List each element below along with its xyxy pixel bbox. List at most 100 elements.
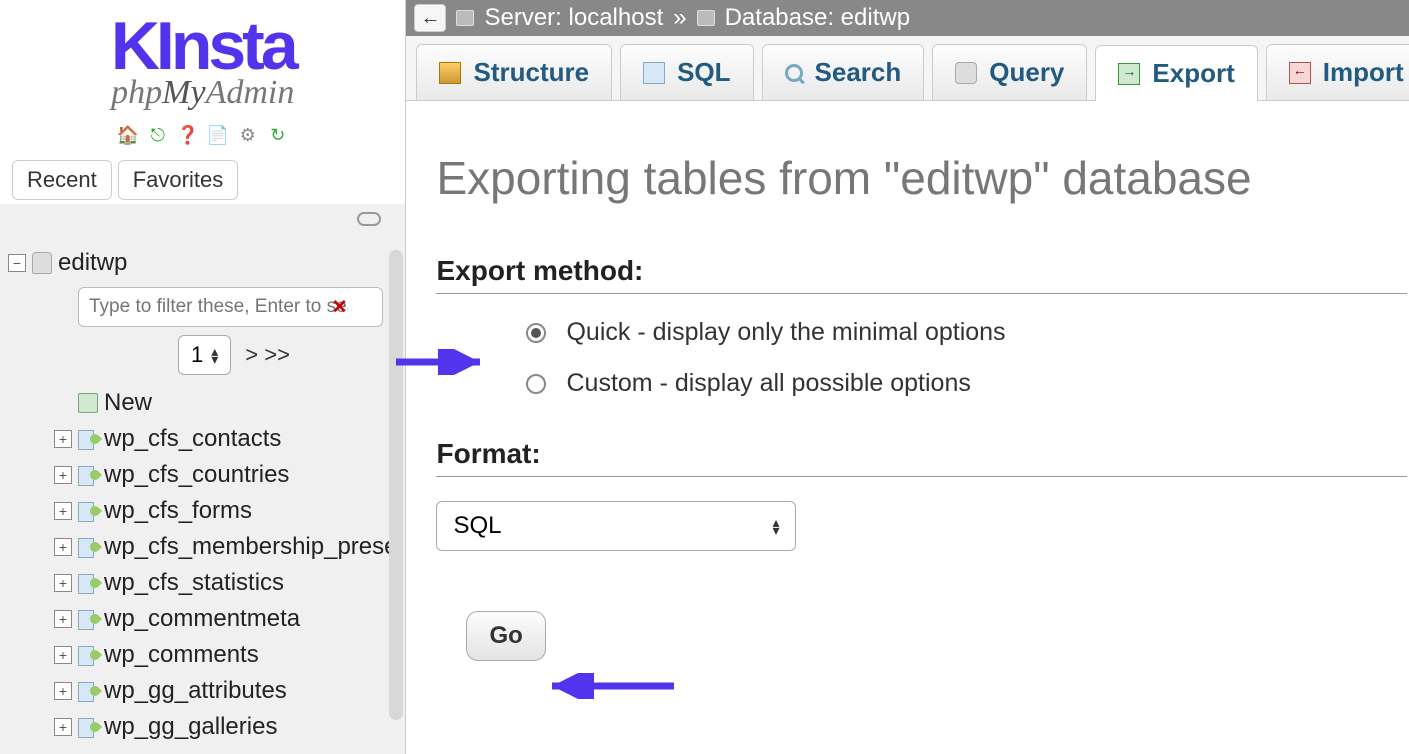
exit-icon[interactable]: ⎋ [147,124,169,146]
breadcrumb-separator: » [673,4,686,32]
recent-button[interactable]: Recent [12,160,112,200]
tab-label: Query [989,57,1064,88]
select-arrows-icon: ▴▾ [211,347,218,363]
breadcrumb-server[interactable]: Server: localhost [484,4,663,32]
structure-icon [439,62,461,84]
table-name: wp_comments [104,641,259,669]
home-icon[interactable]: 🏠 [117,124,139,146]
table-name: wp_cfs_membership_prese [104,533,397,561]
db-name-label: editwp [58,249,127,277]
radio-quick-label: Quick - display only the minimal options [566,318,1005,347]
radio-custom-row[interactable]: Custom - display all possible options [526,369,1406,398]
import-icon [1289,62,1311,84]
table-icon [78,610,98,628]
table-name: wp_cfs_contacts [104,425,281,453]
table-row[interactable]: + wp_cfs_forms [54,493,397,529]
tab-label: SQL [677,57,730,88]
settings-icon[interactable]: ⚙ [237,124,259,146]
table-icon [78,646,98,664]
radio-quick-row[interactable]: Quick - display only the minimal options [526,318,1406,347]
expand-icon[interactable]: + [54,430,72,448]
export-method-heading: Export method: [436,255,1406,294]
expand-icon[interactable]: + [54,610,72,628]
format-heading: Format: [436,438,1406,477]
tab-strip: Structure SQL Search Query Export Import [406,36,1409,101]
table-row[interactable]: + wp_cfs_countries [54,457,397,493]
tab-structure[interactable]: Structure [416,44,612,100]
tab-label: Search [815,57,902,88]
table-row[interactable]: + wp_cfs_contacts [54,421,397,457]
expand-icon[interactable]: + [54,466,72,484]
page-select[interactable]: 1 ▴▾ [178,335,231,375]
table-name: wp_commentmeta [104,605,300,633]
tree-new-row[interactable]: New [54,385,397,421]
database-icon [32,252,52,274]
table-name: wp_cfs_countries [104,461,289,489]
radio-custom-label: Custom - display all possible options [566,369,970,398]
table-icon [78,718,98,736]
expand-icon[interactable]: + [54,502,72,520]
table-row[interactable]: + wp_cfs_membership_prese [54,529,397,565]
docs-icon[interactable]: 📄 [207,124,229,146]
table-name: wp_gg_attributes [104,677,287,705]
page-value: 1 [191,342,203,368]
table-row[interactable]: + wp_commentmeta [54,601,397,637]
tab-label: Export [1152,58,1234,89]
back-button[interactable]: ← [414,4,446,32]
tree-children: New + wp_cfs_contacts + wp_cfs_countries + wp… [54,385,397,745]
sidebar-scrollbar[interactable] [389,250,403,720]
query-icon [955,62,977,84]
help-icon[interactable]: ❓ [177,124,199,146]
format-value: SQL [453,512,501,540]
table-icon [78,502,98,520]
go-button[interactable]: Go [466,611,545,661]
breadcrumb-database[interactable]: Database: editwp [725,4,910,32]
clear-filter-icon[interactable]: ✕ [332,296,348,319]
tab-query[interactable]: Query [932,44,1087,100]
table-icon [78,682,98,700]
content: Exporting tables from "editwp" database … [406,101,1409,691]
sidebar-toolbar: 🏠 ⎋ ❓ 📄 ⚙ ↻ [0,124,405,146]
table-name: wp_gg_galleries [104,713,277,741]
link-toggle-row [0,204,405,237]
expand-icon[interactable]: + [54,718,72,736]
expand-icon[interactable]: + [54,682,72,700]
logo-block: KInsta phpMyAdmin 🏠 ⎋ ❓ 📄 ⚙ ↻ [0,0,405,156]
table-icon [78,430,98,448]
sidebar: KInsta phpMyAdmin 🏠 ⎋ ❓ 📄 ⚙ ↻ Recent Fav… [0,0,406,754]
tab-export[interactable]: Export [1095,45,1257,101]
collapse-icon[interactable]: − [8,254,26,272]
db-tree: − editwp ✕ 1 ▴▾ > >> New [0,237,405,754]
table-row[interactable]: + wp_gg_attributes [54,673,397,709]
favorites-button[interactable]: Favorites [118,160,238,200]
page-title: Exporting tables from "editwp" database [436,151,1406,205]
tab-search[interactable]: Search [762,44,925,100]
table-icon [78,574,98,592]
page-next-button[interactable]: > >> [245,342,290,368]
table-row[interactable]: + wp_cfs_statistics [54,565,397,601]
tree-db-row[interactable]: − editwp [8,247,397,279]
expand-icon[interactable]: + [54,574,72,592]
table-row[interactable]: + wp_comments [54,637,397,673]
expand-icon[interactable]: + [54,538,72,556]
tab-import[interactable]: Import [1266,44,1409,100]
annotation-arrow-go [542,673,682,699]
link-icon[interactable] [357,212,381,226]
radio-quick[interactable] [526,323,546,343]
table-row[interactable]: + wp_gg_galleries [54,709,397,745]
export-icon [1118,63,1140,85]
table-name: wp_cfs_forms [104,497,252,525]
table-icon [78,538,98,556]
reload-icon[interactable]: ↻ [267,124,289,146]
table-name: wp_cfs_statistics [104,569,284,597]
format-select[interactable]: SQL ▴▾ [436,501,796,551]
expand-icon[interactable]: + [54,646,72,664]
tab-sql[interactable]: SQL [620,44,753,100]
radio-custom[interactable] [526,374,546,394]
main: ← Server: localhost » Database: editwp S… [406,0,1409,754]
recent-favorites-bar: Recent Favorites [0,156,405,204]
search-icon [785,64,803,82]
new-table-icon [78,393,98,413]
server-icon [456,10,474,26]
filter-wrap: ✕ [78,287,397,327]
